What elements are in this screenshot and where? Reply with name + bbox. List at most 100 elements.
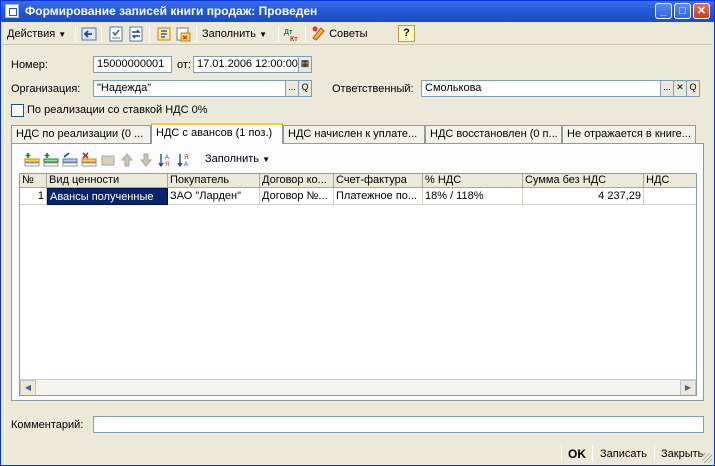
ok-button[interactable]: OK <box>568 445 586 463</box>
svg-text:Дт: Дт <box>284 29 293 36</box>
fill-menu[interactable]: Заполнить ▼ <box>202 25 267 43</box>
responsible-label: Ответственный: <box>332 83 414 95</box>
refresh-document-icon[interactable] <box>128 26 144 42</box>
column-header-vat-rate[interactable]: % НДС <box>423 174 523 188</box>
actions-menu[interactable]: Действия ▼ <box>7 25 66 43</box>
scroll-right-icon[interactable]: ▶ <box>680 380 696 395</box>
select-button[interactable]: ... <box>286 80 299 97</box>
copy-row-icon[interactable] <box>43 152 59 168</box>
column-header-value-type[interactable]: Вид ценности <box>47 174 168 188</box>
horizontal-scrollbar[interactable]: ◀ ▶ <box>20 379 696 395</box>
open-icon[interactable]: Q <box>687 80 700 97</box>
edit-row-icon[interactable] <box>62 152 78 168</box>
svg-text:Я: Я <box>184 155 188 161</box>
save-button[interactable]: Записать <box>600 445 647 463</box>
responsible-field[interactable]: Смолькова <box>421 80 661 97</box>
move-up-icon[interactable] <box>119 152 135 168</box>
advice-button[interactable]: Советы <box>310 25 368 43</box>
app-icon <box>5 4 19 18</box>
toolbar-separator <box>149 26 150 42</box>
button-separator <box>654 445 655 461</box>
organization-label: Организация: <box>11 83 81 95</box>
add-row-icon[interactable] <box>24 152 40 168</box>
calendar-icon[interactable]: ▦ <box>299 56 312 73</box>
table-fill-menu[interactable]: Заполнить ▼ <box>205 153 270 165</box>
column-header-invoice[interactable]: Счет-фактура <box>334 174 423 188</box>
comment-field[interactable] <box>93 416 704 433</box>
fill-menu-label: Заполнить <box>202 28 257 40</box>
column-header-vat[interactable]: НДС <box>644 174 696 188</box>
toolbar-separator <box>75 26 76 42</box>
svg-text:A: A <box>184 162 188 168</box>
window-title: Формирование записей книги продаж: Прове… <box>25 4 318 18</box>
scroll-left-icon[interactable]: ◀ <box>20 380 36 395</box>
number-label: Номер: <box>11 59 48 71</box>
move-down-icon[interactable] <box>138 152 154 168</box>
post-document-icon[interactable] <box>108 26 124 42</box>
table-cell-vat-rate[interactable]: 18% / 118% <box>423 188 523 205</box>
actions-menu-label: Действия <box>7 28 56 40</box>
tab-vat-sales[interactable]: НДС по реализации (0 ... <box>11 125 151 143</box>
column-header-amount-without-vat[interactable]: Сумма без НДС <box>523 174 644 188</box>
number-field[interactable]: 15000000001 <box>93 56 172 73</box>
table-cell-value-type[interactable]: Авансы полученные <box>47 188 168 205</box>
table-cell-number[interactable]: 1 <box>20 188 47 205</box>
tab-vat-restored[interactable]: НДС восстановлен (0 п... <box>425 125 562 143</box>
end-edit-icon[interactable] <box>100 152 116 168</box>
column-header-buyer[interactable]: Покупатель <box>168 174 260 188</box>
table-cell-invoice[interactable]: Платежное по... <box>334 188 423 205</box>
date-field[interactable]: 17.01.2006 12:00:00 <box>193 56 299 73</box>
open-icon[interactable]: Q <box>299 80 312 97</box>
minimize-button[interactable]: _ <box>655 3 672 19</box>
toolbar-separator <box>101 26 102 42</box>
tab-vat-accrued[interactable]: НДС начислен к уплате... <box>283 125 425 143</box>
column-header-contract[interactable]: Договор ко... <box>260 174 334 188</box>
dt-kt-postings-icon[interactable]: Дт Кт <box>284 26 300 42</box>
table-cell-buyer[interactable]: ЗАО "Ларден" <box>168 188 260 205</box>
svg-text:Я: Я <box>165 162 169 168</box>
comment-label: Комментарий: <box>11 419 84 431</box>
svg-text:Кт: Кт <box>290 36 298 42</box>
select-button[interactable]: ... <box>661 80 674 97</box>
document-window: Формирование записей книги продаж: Прове… <box>0 0 715 466</box>
button-separator <box>561 445 562 461</box>
chevron-down-icon: ▼ <box>259 30 267 39</box>
tab-vat-advances[interactable]: НДС с авансов (1 поз.) <box>151 123 283 144</box>
toolbar-separator <box>198 152 199 168</box>
toolbar-separator <box>278 26 279 42</box>
advice-label: Советы <box>329 28 368 40</box>
advances-table: № Вид ценности Покупатель Договор ко... … <box>19 173 697 396</box>
close-button[interactable]: Закрыть <box>661 445 703 463</box>
print-document-icon[interactable] <box>175 26 191 42</box>
toolbar-separator <box>196 26 197 42</box>
document-structure-icon[interactable] <box>156 26 172 42</box>
maximize-button[interactable]: □ <box>674 3 691 19</box>
advice-icon <box>312 26 325 41</box>
help-button[interactable]: ? <box>398 25 415 42</box>
chevron-down-icon: ▼ <box>262 155 270 164</box>
table-fill-label: Заполнить <box>205 153 260 165</box>
date-label: от: <box>177 59 191 71</box>
back-arrow-icon[interactable] <box>81 26 97 42</box>
table-cell-contract[interactable]: Договор №... <box>260 188 334 205</box>
sort-descending-icon[interactable]: Я A <box>177 152 193 168</box>
vat-zero-checkbox[interactable] <box>11 104 24 117</box>
sort-ascending-icon[interactable]: A Я <box>158 152 174 168</box>
table-cell-vat[interactable] <box>644 188 696 205</box>
tab-panel: A Я Я A Заполнить ▼ № Вид ценности Покуп… <box>11 143 704 401</box>
toolbar-separator <box>305 26 306 42</box>
delete-row-icon[interactable] <box>81 152 97 168</box>
clear-icon[interactable]: ✕ <box>674 80 687 97</box>
button-separator <box>592 445 593 461</box>
chevron-down-icon: ▼ <box>58 30 67 39</box>
column-header-number[interactable]: № <box>20 174 47 188</box>
organization-field[interactable]: "Надежда" <box>93 80 286 97</box>
vat-zero-label: По реализации со ставкой НДС 0% <box>27 104 208 116</box>
title-bar[interactable]: Формирование записей книги продаж: Прове… <box>1 1 714 22</box>
table-cell-amount-without-vat[interactable]: 4 237,29 <box>523 188 644 205</box>
close-window-button[interactable]: ✕ <box>693 3 710 19</box>
toolbar: Действия ▼ Заполнить ▼ Дт Кт Советы ? <box>3 23 712 45</box>
tab-not-reflected[interactable]: Не отражается в книге... <box>562 125 696 143</box>
resize-grip[interactable] <box>702 453 712 463</box>
svg-text:A: A <box>165 155 169 161</box>
